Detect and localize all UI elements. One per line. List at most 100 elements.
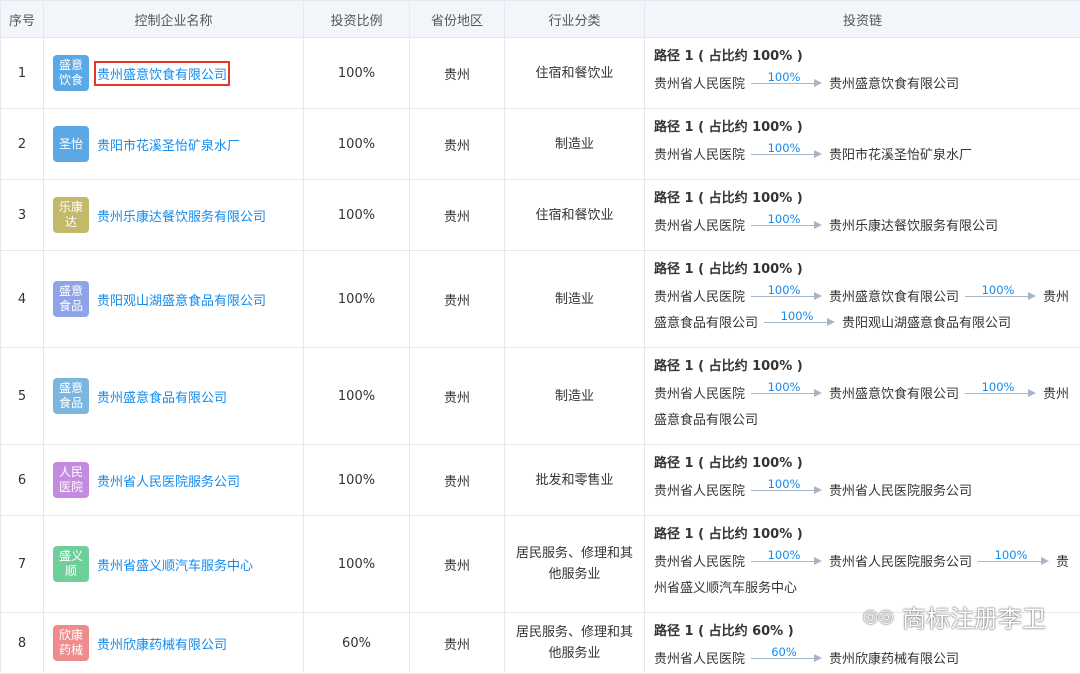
path-node[interactable]: 州省盛义顺汽车服务中心	[654, 580, 797, 598]
arrow-head	[1028, 389, 1036, 397]
arrow-line	[965, 393, 1029, 394]
row-index: 5	[1, 348, 44, 445]
arrow-line	[751, 393, 815, 394]
path-line: 盛意食品有限公司	[654, 404, 1080, 430]
industry-cell: 制造业	[505, 251, 645, 348]
company-name-link[interactable]: 贵州乐康达餐饮服务有限公司	[97, 206, 266, 225]
arrow-icon: 100%	[751, 546, 823, 572]
path-node[interactable]: 贵州省人民医院服务公司	[829, 554, 972, 572]
company-name-link[interactable]: 贵州省人民医院服务公司	[97, 471, 240, 490]
path-line: 贵州省人民医院100%贵州盛意饮食有限公司100%贵州	[654, 378, 1080, 404]
arrow-percent: 100%	[751, 212, 817, 226]
arrow-line	[751, 490, 815, 491]
industry-cell: 制造业	[505, 109, 645, 180]
path-title: 路径 1 ( 占比约 100% )	[654, 453, 1080, 475]
header-chain: 投资链	[645, 1, 1080, 38]
company-logo: 圣怡	[53, 126, 89, 162]
chain-cell: 路径 1 ( 占比约 100% ) 贵州省人民医院 100% 贵州盛意饮食有限公司	[645, 38, 1080, 109]
industry-cell: 住宿和餐饮业	[505, 38, 645, 109]
industry-cell: 住宿和餐饮业	[505, 180, 645, 251]
region-cell: 贵州	[410, 109, 505, 180]
company-name-link[interactable]: 贵阳观山湖盛意食品有限公司	[97, 290, 266, 309]
arrow-head	[814, 654, 822, 662]
arrow-line	[751, 561, 815, 562]
path-node[interactable]: 贵州盛意饮食有限公司	[829, 386, 959, 404]
arrow-percent: 100%	[965, 283, 1031, 297]
ratio-cell: 100%	[304, 348, 410, 445]
region-cell: 贵州	[410, 348, 505, 445]
path-node[interactable]: 贵州盛意饮食有限公司	[829, 289, 959, 307]
row-index: 2	[1, 109, 44, 180]
arrow-percent: 100%	[751, 141, 817, 155]
path-node[interactable]: 贵州省人民医院	[654, 76, 745, 94]
path-node[interactable]: 贵	[1056, 554, 1069, 572]
path-line: 贵州省人民医院100%贵州省人民医院服务公司100%贵	[654, 546, 1080, 572]
header-region: 省份地区	[410, 1, 505, 38]
company-wrap: 乐康达贵州乐康达餐饮服务有限公司	[44, 197, 303, 233]
industry-cell: 居民服务、修理和其他服务业	[505, 516, 645, 613]
table-row: 4盛意食品贵阳观山湖盛意食品有限公司100%贵州制造业路径 1 ( 占比约 10…	[1, 251, 1080, 348]
path-node[interactable]: 贵州	[1043, 386, 1069, 404]
table-row: 3乐康达贵州乐康达餐饮服务有限公司100%贵州住宿和餐饮业路径 1 ( 占比约 …	[1, 180, 1080, 251]
wechat-icon: ◎◎	[863, 606, 894, 627]
region-cell: 贵州	[410, 251, 505, 348]
path-line: 贵州省人民医院 100% 贵州乐康达餐饮服务有限公司	[654, 210, 1080, 236]
table-body: 1盛意饮食贵州盛意饮食有限公司100%贵州住宿和餐饮业路径 1 ( 占比约 10…	[1, 38, 1080, 674]
path-node[interactable]: 盛意食品有限公司	[654, 315, 758, 333]
path-node[interactable]: 贵州乐康达餐饮服务有限公司	[829, 218, 998, 236]
path-node[interactable]: 贵州省人民医院	[654, 147, 745, 165]
path-node[interactable]: 贵州省人民医院服务公司	[829, 483, 972, 501]
company-cell: 人民医院贵州省人民医院服务公司	[44, 445, 304, 516]
row-index: 8	[1, 613, 44, 674]
industry-cell: 居民服务、修理和其他服务业	[505, 613, 645, 674]
arrow-percent: 100%	[751, 70, 817, 84]
company-cell: 圣怡贵阳市花溪圣怡矿泉水厂	[44, 109, 304, 180]
path-line: 贵州省人民医院 100% 贵州省人民医院服务公司	[654, 475, 1080, 501]
arrow-icon: 100%	[965, 281, 1037, 307]
path-node[interactable]: 盛意食品有限公司	[654, 412, 758, 430]
table-row: 2圣怡贵阳市花溪圣怡矿泉水厂100%贵州制造业路径 1 ( 占比约 100% )…	[1, 109, 1080, 180]
header-ratio: 投资比例	[304, 1, 410, 38]
arrow-head	[1041, 557, 1049, 565]
path-node[interactable]: 贵州盛意饮食有限公司	[829, 76, 959, 94]
path-node[interactable]: 贵州省人民医院	[654, 386, 745, 404]
company-cell: 盛义顺贵州省盛义顺汽车服务中心	[44, 516, 304, 613]
path-node[interactable]: 贵州省人民医院	[654, 289, 745, 307]
path-node[interactable]: 贵州	[1043, 289, 1069, 307]
company-wrap: 人民医院贵州省人民医院服务公司	[44, 462, 303, 498]
company-name-link[interactable]: 贵州盛意饮食有限公司	[97, 64, 227, 83]
arrow-icon: 100%	[751, 68, 823, 94]
industry-cell: 制造业	[505, 348, 645, 445]
path-node[interactable]: 贵阳市花溪圣怡矿泉水厂	[829, 147, 972, 165]
arrow-head	[814, 221, 822, 229]
region-cell: 贵州	[410, 445, 505, 516]
company-name-link[interactable]: 贵阳市花溪圣怡矿泉水厂	[97, 135, 240, 154]
header-name: 控制企业名称	[44, 1, 304, 38]
arrow-percent: 100%	[751, 477, 817, 491]
company-wrap: 盛意食品贵阳观山湖盛意食品有限公司	[44, 281, 303, 317]
path-node[interactable]: 贵州省人民医院	[654, 218, 745, 236]
path-node[interactable]: 贵阳观山湖盛意食品有限公司	[842, 315, 1011, 333]
company-logo: 乐康达	[53, 197, 89, 233]
company-logo: 盛义顺	[53, 546, 89, 582]
ratio-cell: 100%	[304, 38, 410, 109]
arrow-line	[751, 658, 815, 659]
company-name-link[interactable]: 贵州省盛义顺汽车服务中心	[97, 555, 253, 574]
path-node[interactable]: 贵州省人民医院	[654, 554, 745, 572]
chain-cell: 路径 1 ( 占比约 100% )贵州省人民医院100%贵州盛意饮食有限公司10…	[645, 251, 1080, 348]
ratio-cell: 100%	[304, 251, 410, 348]
path-node[interactable]: 贵州省人民医院	[654, 483, 745, 501]
arrow-head	[814, 150, 822, 158]
path-node[interactable]: 贵州欣康药械有限公司	[829, 651, 959, 669]
arrow-percent: 60%	[751, 645, 817, 659]
arrow-line	[751, 154, 815, 155]
path-node[interactable]: 贵州省人民医院	[654, 651, 745, 669]
company-cell: 盛意食品贵州盛意食品有限公司	[44, 348, 304, 445]
industry-cell: 批发和零售业	[505, 445, 645, 516]
path-title: 路径 1 ( 占比约 100% )	[654, 46, 1080, 68]
chain-cell: 路径 1 ( 占比约 100% )贵州省人民医院100%贵州省人民医院服务公司1…	[645, 516, 1080, 613]
ratio-cell: 100%	[304, 109, 410, 180]
company-name-link[interactable]: 贵州盛意食品有限公司	[97, 387, 227, 406]
company-name-link[interactable]: 贵州欣康药械有限公司	[97, 634, 227, 653]
chain-cell: 路径 1 ( 占比约 100% )贵州省人民医院100%贵州乐康达餐饮服务有限公…	[645, 180, 1080, 251]
